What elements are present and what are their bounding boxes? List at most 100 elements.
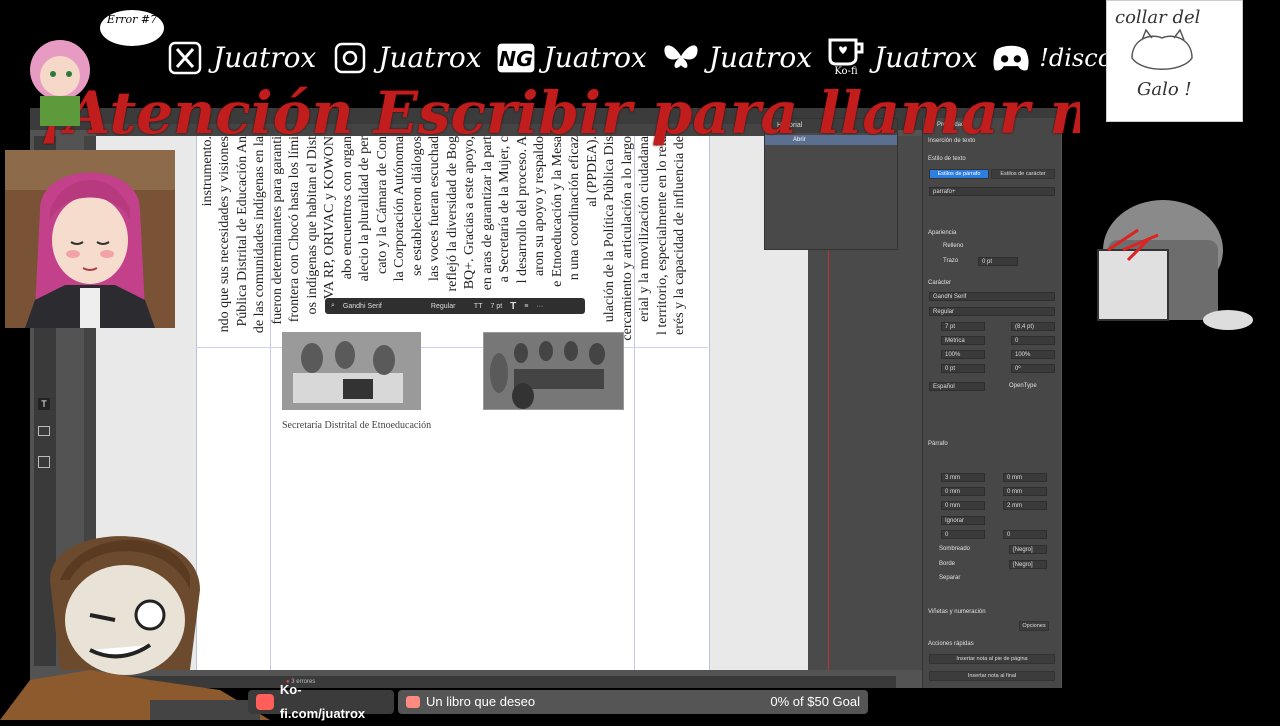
note-line-1: collar del	[1115, 7, 1201, 28]
text-line: fueron determinantes para garanti	[270, 136, 285, 325]
social-bluesky: Juatrox	[661, 38, 812, 78]
note-line-2: Galo !	[1137, 79, 1192, 100]
kerning-field[interactable]: Métrica	[941, 336, 985, 345]
photo-caption[interactable]: Secretaría Distrital de Etnoeducación	[282, 420, 431, 431]
text-line: l territorio, especialmente en lo rela	[655, 136, 670, 336]
character-styles-tab[interactable]: Estilos de carácter	[991, 169, 1055, 179]
leading-field[interactable]: (8,4 pt)	[1011, 322, 1055, 331]
border-checkbox[interactable]: Borde	[939, 561, 955, 567]
text-line: l desarrollo del proceso. A	[515, 136, 530, 284]
sketch-note: collar del Galo !	[1106, 0, 1243, 122]
paragraph-styles-tab[interactable]: Estilos de párrafo	[929, 169, 989, 179]
social-kofi: Ko-fi Juatrox	[826, 38, 977, 78]
chibi-avatar	[15, 30, 105, 130]
rectangle-tool-icon[interactable]	[38, 456, 50, 468]
drop-cap-lines-field[interactable]: 0	[941, 530, 985, 539]
paragraph-style-dropdown[interactable]: parrafo+	[929, 187, 1055, 196]
tracking-field[interactable]: 0	[1011, 336, 1055, 345]
font-size-field[interactable]: 7 pt	[941, 322, 985, 331]
hyphenate-checkbox[interactable]: Separar	[939, 575, 960, 581]
text-style-heading: Estilo de texto	[928, 156, 966, 162]
text-line: a Secretaría de la Mujer, c	[497, 136, 512, 283]
stroke-label[interactable]: Trazo	[943, 258, 958, 264]
fill-label[interactable]: Relleno	[943, 243, 963, 249]
character-heading: Carácter	[928, 280, 952, 286]
opentype-link[interactable]: OpenType	[1009, 383, 1037, 389]
text-line: ulación de la Política Pública Dis	[602, 136, 617, 323]
bluesky-icon	[661, 38, 701, 78]
font-dropdown[interactable]: Gandhi Serif	[343, 303, 423, 310]
insert-footnote-button[interactable]: Insertar nota al pie de página	[929, 654, 1055, 664]
kofi-icon: Ko-fi	[826, 38, 866, 78]
text-line: VA RP, ORIVAC y KOWON	[322, 136, 337, 300]
search-icon: ⌕	[331, 302, 335, 309]
helmet-creature	[1068, 190, 1258, 340]
font-style-dropdown[interactable]: Regular	[929, 307, 1055, 316]
text-line: os indígenas que habitan el Dist	[305, 136, 320, 315]
text-line: e Etnoeducación y la Mesa	[550, 136, 565, 287]
text-line: erés y la capacidad de influencia de	[672, 136, 687, 336]
baseline-shift-field[interactable]: 0 pt	[941, 364, 985, 373]
space-after-field[interactable]: 0 mm	[1003, 487, 1047, 496]
social-instagram-handle: Juatrox	[378, 41, 482, 74]
quick-actions-heading: Acciones rápidas	[928, 641, 974, 647]
social-x-handle: Juatrox	[213, 41, 317, 74]
text-frame-icon[interactable]: T	[510, 301, 516, 312]
style-dropdown[interactable]: Regular	[431, 303, 466, 310]
paragraph-heading: Párrafo	[928, 441, 948, 447]
language-dropdown[interactable]: Español	[929, 382, 985, 391]
options-button[interactable]: Opciones	[1019, 621, 1049, 631]
photo-meeting-table[interactable]	[483, 332, 624, 410]
text-line: Pública Distrital de Educación An	[235, 136, 250, 327]
text-line: erial y la movilización ciudadana	[637, 136, 652, 322]
last-line-field[interactable]: 2 mm	[1003, 501, 1047, 510]
type-tool-icon[interactable]: T	[38, 398, 50, 410]
goal-chip: Un libro que deseo 0% of $50 Goal	[398, 690, 868, 714]
bullets-heading: Viñetas y numeración	[928, 609, 986, 615]
font-size-icon: ꓔT	[473, 303, 483, 310]
text-line: en aras de garantizar la part	[480, 136, 495, 291]
goal-progress: 0% of $50 Goal	[770, 694, 860, 709]
text-column-line: erés y la capacidad de influencia de	[672, 136, 695, 346]
text-line: ndo que sus necesidades y visiones	[217, 136, 232, 333]
drop-cap-chars-field[interactable]: 0	[1003, 530, 1047, 539]
text-line: BQ+. Gracias a este apoyo,	[462, 136, 477, 290]
kofi-chip[interactable]: Ko-fi.com/juatrox	[248, 682, 394, 721]
kofi-link[interactable]: Ko-fi.com/juatrox	[280, 678, 386, 726]
social-newgrounds: NG Juatrox	[496, 38, 647, 78]
grid-align-dropdown[interactable]: Ignorar	[941, 516, 985, 525]
social-bar: Juatrox Juatrox NG Juatrox Juatrox Ko-fi…	[165, 30, 1139, 85]
text-line: de las comunidades indígenas en la	[252, 136, 267, 334]
text-line: la Corporación Autónoma	[392, 136, 407, 282]
more-icon[interactable]: ···	[536, 303, 543, 310]
font-family-dropdown[interactable]: Gandhi Serif	[929, 292, 1055, 301]
horizontal-scale-field[interactable]: 100%	[1011, 350, 1055, 359]
social-x: Juatrox	[165, 38, 316, 78]
text-line: cato y la Cámara de Con	[375, 136, 390, 275]
properties-panel: Propiedades Inserción de texto Estilo de…	[922, 118, 1061, 688]
x-icon	[165, 38, 205, 78]
first-line-field[interactable]: 0 mm	[941, 501, 985, 510]
discord-icon	[991, 38, 1031, 78]
frame-tool-icon[interactable]	[38, 426, 50, 436]
artist-avatar	[0, 520, 270, 720]
error-speech-bubble: Error #7	[100, 10, 164, 46]
svg-text:NG: NG	[498, 47, 532, 71]
stroke-weight-field[interactable]: 0 pt	[978, 257, 1018, 266]
photo-meeting-laptops[interactable]	[282, 332, 421, 410]
skew-field[interactable]: 0º	[1011, 364, 1055, 373]
appearance-heading: Apariencia	[928, 230, 957, 236]
left-indent-field[interactable]: 3 mm	[941, 473, 985, 482]
align-icon[interactable]: ≡	[524, 303, 528, 310]
shading-swatch[interactable]: [Negro]	[1009, 545, 1047, 554]
space-before-field[interactable]: 0 mm	[941, 487, 985, 496]
text-line: n una coordinación eficaz	[567, 136, 582, 281]
text-line: reflejó la diversidad de Bog	[445, 136, 460, 292]
right-indent-field[interactable]: 0 mm	[1003, 473, 1047, 482]
contextual-text-bar[interactable]: ⌕ Gandhi Serif Regular ꓔT 7 pt T ≡ ···	[325, 298, 585, 314]
vertical-scale-field[interactable]: 100%	[941, 350, 985, 359]
shading-checkbox[interactable]: Sombreado	[939, 546, 970, 552]
border-swatch[interactable]: [Negro]	[1009, 560, 1047, 569]
insert-endnote-button[interactable]: Insertar nota al final	[929, 671, 1055, 681]
size-field[interactable]: 7 pt	[490, 303, 502, 310]
